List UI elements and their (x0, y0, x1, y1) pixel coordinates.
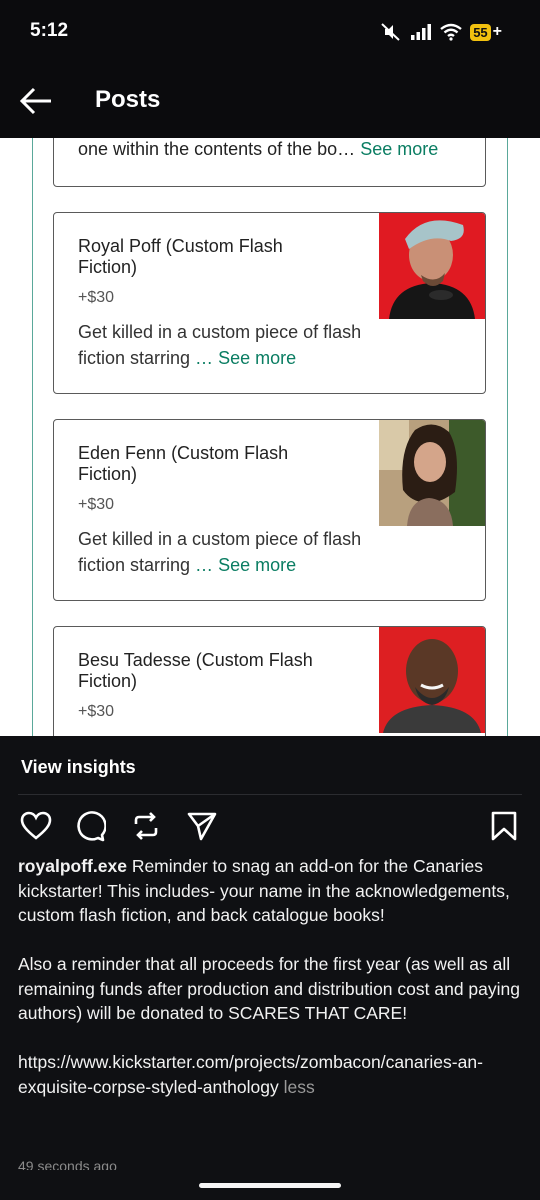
card-desc: one within the contents of the bo… See m… (78, 139, 439, 159)
addon-card[interactable]: Besu Tadesse (Custom Flash Fiction) +$30 (53, 626, 486, 736)
status-bar: 5:12 55 + (0, 0, 540, 64)
battery-icon: 55 (470, 23, 491, 41)
see-more-link[interactable]: See more (218, 555, 296, 575)
card-price: +$30 (78, 703, 115, 720)
view-insights-button[interactable]: View insights (21, 757, 136, 778)
caption-paragraph: Also a reminder that all proceeds for th… (18, 954, 520, 1023)
caption-paragraph: royalpoff.exe Reminder to snag an add-on… (18, 856, 510, 925)
addon-card[interactable]: Eden Fenn (Custom Flash Fiction) +$30 Ge… (53, 419, 486, 601)
status-time: 5:12 (30, 20, 69, 41)
page-title: Posts (95, 86, 161, 113)
see-more-link[interactable]: See more (218, 348, 296, 368)
bookmark-icon[interactable] (488, 810, 520, 842)
status-icons: 55 + (380, 20, 502, 44)
post-image[interactable]: one within the contents of the bo… See m… (0, 138, 540, 736)
card-price: +$30 (78, 496, 115, 513)
post-timestamp: 49 seconds ago (18, 1158, 117, 1170)
mute-icon (381, 23, 400, 41)
action-bar (20, 810, 520, 842)
repost-icon[interactable] (130, 810, 162, 842)
heart-icon[interactable] (20, 810, 52, 842)
back-arrow-icon (19, 87, 51, 115)
caption-link-paragraph: https://www.kickstarter.com/projects/zom… (18, 1050, 523, 1099)
card-desc: Get killed in a custom piece of flash fi… (78, 529, 362, 575)
divider (18, 794, 522, 795)
addon-card[interactable]: Royal Poff (Custom Flash Fiction) +$30 G… (53, 212, 486, 394)
wifi-icon (440, 23, 462, 41)
card-title: Besu Tadesse (Custom Flash Fiction) (78, 650, 313, 691)
kickstarter-link[interactable]: https://www.kickstarter.com/projects/zom… (18, 1052, 483, 1097)
see-more-link[interactable]: See more (360, 139, 438, 159)
less-button[interactable]: less (284, 1077, 315, 1097)
charging-plus: + (492, 23, 502, 40)
post-details-panel: View insights royalpoff.exe Reminder to … (0, 736, 540, 1200)
card-price: +$30 (78, 289, 115, 306)
card-title: Royal Poff (Custom Flash Fiction) (78, 236, 283, 277)
app-bar: Posts (0, 64, 540, 138)
card-desc: Get killed in a custom piece of flash fi… (78, 322, 362, 368)
home-indicator[interactable] (199, 1183, 341, 1188)
addon-card-previous[interactable]: one within the contents of the bo… See m… (53, 138, 486, 187)
comment-icon[interactable] (74, 810, 106, 842)
signal-icon (411, 24, 432, 40)
share-icon[interactable] (186, 810, 218, 842)
back-button[interactable] (18, 84, 54, 118)
portrait-photo (379, 213, 485, 319)
portrait-photo (379, 420, 485, 526)
post-caption: royalpoff.exe Reminder to snag an add-on… (18, 854, 523, 1099)
portrait-photo (379, 627, 485, 733)
card-title: Eden Fenn (Custom Flash Fiction) (78, 443, 289, 484)
username[interactable]: royalpoff.exe (18, 856, 127, 876)
